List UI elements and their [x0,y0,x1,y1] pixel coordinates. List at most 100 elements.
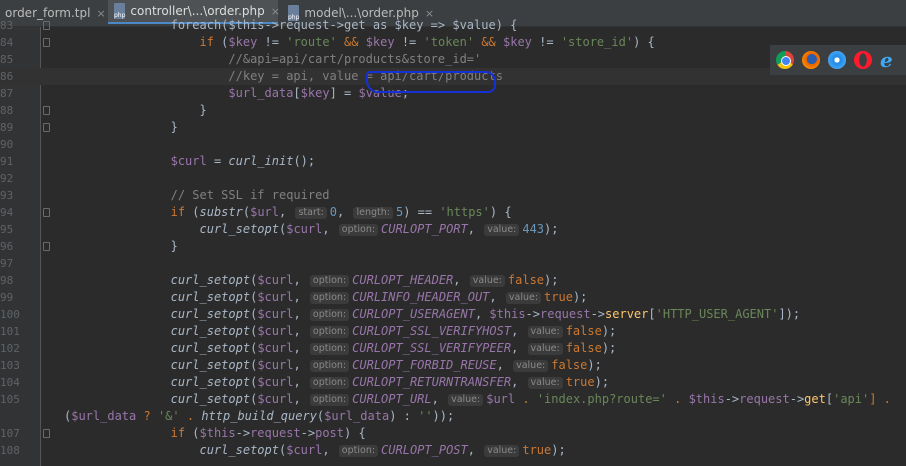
line-number: 102 [0,342,20,355]
chrome-icon[interactable] [776,51,794,69]
code-text: } [55,119,178,136]
code-token: '&' [157,409,180,423]
code-line[interactable]: 100 curl_setopt($curl, option: CURLOPT_US… [0,306,906,323]
fold-marker-icon[interactable] [43,208,50,217]
line-number: 99 [0,291,14,304]
parameter-hint: value: [527,326,563,338]
code-token: 'https' [439,205,490,219]
firefox-icon[interactable] [802,51,820,69]
code-token: ? [136,409,158,423]
ie-icon[interactable]: e [880,50,893,70]
code-token: curl_setopt [199,222,279,236]
parameter-hint: length: [353,207,393,219]
code-line[interactable]: 96 } [0,238,906,255]
code-line[interactable]: 92 [0,170,906,187]
fold-marker-icon[interactable] [43,38,50,47]
code-token: $key [503,35,532,49]
code-token: curl_setopt [170,307,251,321]
parameter-hint: value: [469,275,505,287]
opera-icon[interactable] [854,51,872,69]
safari-icon[interactable] [828,51,846,69]
code-line[interactable]: 94 if (substr($url, start: 0, length: 5) =… [0,204,906,221]
code-token: 'index.php?route=' [536,392,667,406]
parameter-hint: value: [484,224,520,236]
parameter-hint: option: [338,445,379,457]
code-line[interactable]: 95 curl_setopt($curl, option: CURLOPT_POR… [0,221,906,238]
code-token: , [322,222,337,236]
code-token: curl_setopt [170,341,251,355]
code-line[interactable]: 107 if ($this->request->post) { [0,425,906,442]
code-token: if [170,205,186,219]
code-text: curl_setopt($curl, option: CURLOPT_PORT, … [55,221,559,238]
code-line[interactable]: 101 curl_setopt($curl, option: CURLOPT_SS… [0,323,906,340]
code-line[interactable]: 108 curl_setopt($curl, option: CURLOPT_PO… [0,442,906,459]
code-line[interactable]: 102 curl_setopt($curl, option: CURLOPT_SS… [0,340,906,357]
parameter-hint: value: [527,343,563,355]
code-line[interactable]: 97 [0,255,906,272]
code-token: ); [544,273,559,287]
code-token: $curl [257,375,294,389]
code-token: server [605,307,649,321]
code-token: curl_setopt [170,392,251,406]
code-line[interactable]: 93 // Set SSL if required [0,187,906,204]
code-token: $curl [257,358,294,372]
code-token: $curl [170,154,207,168]
code-token: ); [587,358,602,372]
code-token: curl_setopt [170,375,251,389]
code-token: CURLOPT_SSL_VERIFYPEER [352,341,512,355]
code-text: if ($key != 'route' && $key != 'token' &… [55,34,655,51]
fold-marker-icon[interactable] [43,429,50,438]
fold-marker-icon[interactable] [43,21,50,30]
code-line[interactable]: 89 } [0,119,906,136]
code-token: != [257,35,287,49]
code-token: , [474,307,490,321]
code-line[interactable]: ($url_data ? '&' . http_build_query($url… [0,408,906,425]
line-number: 108 [0,444,20,457]
code-line[interactable]: 99 curl_setopt($curl, option: CURLINFO_HE… [0,289,906,306]
fold-marker-icon[interactable] [43,106,50,115]
code-token: false [551,358,588,372]
code-token: curl_setopt [170,358,251,372]
code-token: , [453,273,468,287]
parameter-hint: value: [513,360,549,372]
code-token: $url_data [228,86,294,100]
code-token: -> [525,307,540,321]
code-line[interactable]: 98 curl_setopt($curl, option: CURLOPT_HEA… [0,272,906,289]
code-line[interactable]: 104 curl_setopt($curl, option: CURLOPT_RE… [0,374,906,391]
code-token: -> [235,426,251,440]
code-token: 'store_id' [560,35,634,49]
line-number: 105 [0,393,20,406]
code-token: post [315,426,345,440]
line-number: 88 [0,104,14,117]
code-token: ); [551,443,566,457]
code-line[interactable]: 90 [0,136,906,153]
fold-marker-icon[interactable] [43,123,50,132]
code-token: ] = [329,86,359,100]
code-line[interactable]: 83 foreach($this->request->get as $key =… [0,17,906,34]
code-line[interactable]: 91 $curl = curl_init(); [0,153,906,170]
code-line[interactable]: 103 curl_setopt($curl, option: CURLOPT_FO… [0,357,906,374]
code-token: 443 [522,222,545,236]
code-token: ( [185,205,200,219]
line-number: 84 [0,36,14,49]
code-line[interactable]: 105 curl_setopt($curl, option: CURLOPT_UR… [0,391,906,408]
line-number: 103 [0,359,20,372]
code-token: , [467,443,483,457]
code-token: 'HTTP_USER_AGENT' [655,307,779,321]
code-text: curl_setopt($curl, option: CURLOPT_USERAG… [55,306,800,323]
code-token: CURLOPT_HEADER [352,273,454,287]
code-token: , [489,290,504,304]
code-token: CURLOPT_RETURNTRANSFER [352,375,512,389]
line-number: 87 [0,87,14,100]
fold-marker-icon[interactable] [43,242,50,251]
code-line[interactable]: 88 } [0,102,906,119]
close-icon[interactable]: × [271,5,280,18]
